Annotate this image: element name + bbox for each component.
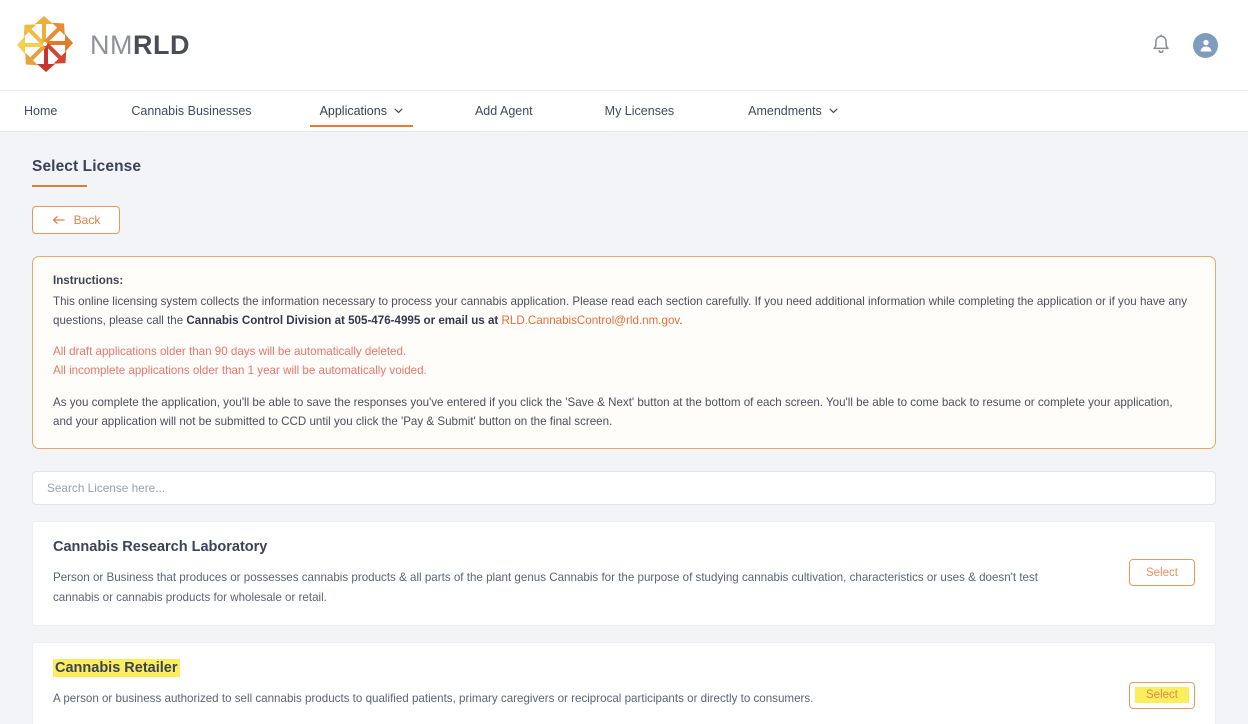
nav-item-home-label: Home — [24, 103, 58, 118]
brand-wordmark-rld: RLD — [133, 29, 190, 60]
nav-item-home[interactable]: Home — [14, 91, 67, 131]
page-title: Select License — [32, 158, 142, 175]
instructions-panel: Instructions: This online licensing syst… — [32, 256, 1216, 450]
brand-logo[interactable]: NMRLD — [14, 16, 190, 74]
select-license-button[interactable]: Select — [1129, 681, 1195, 709]
bell-icon[interactable] — [1151, 34, 1171, 56]
instructions-heading: Instructions: — [53, 274, 124, 287]
license-description: A person or business authorized to sell … — [53, 691, 814, 705]
header-actions — [1151, 32, 1224, 58]
nav-item-cannabis-businesses[interactable]: Cannabis Businesses — [121, 91, 261, 131]
license-name: Cannabis Retailer — [53, 659, 180, 678]
instructions-paragraph-1: This online licensing system collects th… — [53, 293, 1195, 331]
license-info: Cannabis Research Laboratory Person or B… — [53, 538, 1129, 607]
chevron-down-icon — [829, 108, 838, 114]
nav-item-my-licenses-label: My Licenses — [604, 103, 675, 118]
email-link[interactable]: RLD.CannabisControl@rld.nm.gov — [502, 314, 680, 327]
select-button-label: Select — [1135, 687, 1189, 704]
search-license-box[interactable] — [32, 471, 1216, 506]
page-title-underline — [32, 185, 87, 187]
license-name: Cannabis Research Laboratory — [53, 539, 268, 556]
warning-draft-deletion: All draft applications older than 90 day… — [53, 345, 407, 359]
instructions-p1-period: . — [679, 313, 683, 327]
select-button-label: Select — [1146, 566, 1178, 579]
nav-item-add-agent[interactable]: Add Agent — [465, 91, 543, 131]
nav-item-my-licenses[interactable]: My Licenses — [595, 91, 684, 131]
nav-item-amendments-label: Amendments — [748, 103, 822, 118]
nav-item-applications[interactable]: Applications — [309, 91, 414, 131]
page-title-section: Select License — [22, 132, 1226, 187]
app-header: NMRLD — [0, 0, 1248, 90]
main-navigation: Home Cannabis Businesses Applications Ad… — [0, 90, 1248, 132]
chevron-down-icon — [394, 108, 403, 114]
warning-incomplete-void: All incomplete applications older than 1… — [53, 364, 427, 378]
brand-wordmark-nm: NM — [90, 29, 133, 60]
instructions-contact-bold: Cannabis Control Division at 505-476-499… — [186, 313, 499, 327]
select-license-button[interactable]: Select — [1129, 559, 1195, 587]
nav-item-applications-label: Applications — [319, 103, 387, 118]
brand-wordmark: NMRLD — [90, 29, 190, 60]
page-content: Select License Back Instructions: This o… — [0, 132, 1248, 724]
instructions-paragraph-2: As you complete the application, you'll … — [53, 395, 1173, 428]
back-button[interactable]: Back — [32, 206, 120, 234]
nmrld-starburst-icon — [14, 16, 76, 74]
license-card: Cannabis Research Laboratory Person or B… — [32, 521, 1216, 627]
license-card: Cannabis Retailer A person or business a… — [32, 642, 1216, 724]
arrow-left-icon — [52, 215, 65, 225]
back-button-label: Back — [73, 213, 101, 227]
nav-item-add-agent-label: Add Agent — [474, 103, 533, 118]
license-info: Cannabis Retailer A person or business a… — [53, 659, 1129, 708]
nav-item-cannabis-businesses-label: Cannabis Businesses — [131, 103, 252, 118]
nav-item-amendments[interactable]: Amendments — [738, 91, 848, 131]
search-input[interactable] — [47, 481, 1201, 496]
license-description: Person or Business that produces or poss… — [53, 570, 1039, 604]
user-avatar-icon[interactable] — [1193, 32, 1218, 58]
